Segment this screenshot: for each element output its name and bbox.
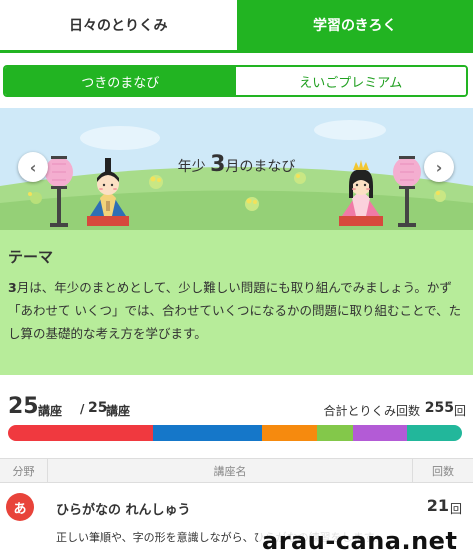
total-unit: 講座 xyxy=(106,404,131,418)
attempts-label: 合計とりくみ回数 xyxy=(323,404,420,418)
theme-month-number: 3 xyxy=(8,280,17,295)
progress-segment xyxy=(262,425,317,441)
column-header-field: 分野 xyxy=(0,459,48,482)
subtab-english-premium[interactable]: えいごプレミアム xyxy=(235,67,466,95)
category-progress-bar xyxy=(8,425,462,441)
banner-month-number: 3 xyxy=(210,152,226,177)
chevron-right-icon: › xyxy=(435,157,443,177)
banner-title: 年少 3月のまなび xyxy=(0,152,473,177)
month-banner: 年少 3月のまなび ‹ › xyxy=(0,108,473,230)
hiragana-icon: あ xyxy=(6,493,34,521)
column-header-count: 回数 xyxy=(432,464,454,478)
tab-daily-activities[interactable]: 日々のとりくみ xyxy=(0,0,237,50)
subtab-monthly-learning[interactable]: つきのまなび xyxy=(5,67,236,95)
banner-grade: 年少 xyxy=(177,159,206,175)
count-separator: / xyxy=(80,402,85,416)
attempts-unit: 回 xyxy=(453,404,466,418)
total-count: 25 xyxy=(88,400,108,416)
course-count: 21 xyxy=(426,496,449,515)
sub-tabs: つきのまなび えいごプレミアム xyxy=(3,65,468,97)
attempts-value: 255 xyxy=(424,400,454,416)
row-icon-char: あ xyxy=(13,501,27,517)
site-watermark: arau-cana.net xyxy=(258,528,462,555)
banner-title-suffix: 月のまなび xyxy=(225,159,296,175)
progress-segment xyxy=(153,425,263,441)
table-header: 分野 講座名 回数 xyxy=(0,458,473,483)
progress-segment xyxy=(316,425,353,441)
completed-unit: 講座 xyxy=(38,404,63,418)
completed-count: 25 xyxy=(8,394,39,419)
theme-box: テーマ 3月は、年少のまとめとして、少し難しい問題にも取り組んでみましょう。かず… xyxy=(0,230,473,375)
column-header-course: 講座名 xyxy=(48,459,413,482)
next-month-button[interactable]: › xyxy=(424,152,454,182)
course-count-unit: 回 xyxy=(449,502,462,516)
course-stats: 25 講座 / 25 講座 合計とりくみ回数 255 回 xyxy=(8,394,466,420)
progress-segment xyxy=(407,425,462,441)
progress-segment xyxy=(8,425,154,441)
theme-heading: テーマ xyxy=(8,248,54,266)
course-title: ひらがなの れんしゅう xyxy=(56,503,191,518)
progress-segment xyxy=(353,425,408,441)
theme-body-text: 月は、年少のまとめとして、少し難しい問題にも取り組んでみましょう。かず「あわせて… xyxy=(8,280,462,341)
top-tabs: 日々のとりくみ 学習のきろく xyxy=(0,0,473,53)
chevron-left-icon: ‹ xyxy=(29,157,37,177)
theme-description: 3月は、年少のまとめとして、少し難しい問題にも取り組んでみましょう。かず「あわせ… xyxy=(8,276,465,345)
prev-month-button[interactable]: ‹ xyxy=(18,152,48,182)
tab-learning-record[interactable]: 学習のきろく xyxy=(236,0,473,50)
